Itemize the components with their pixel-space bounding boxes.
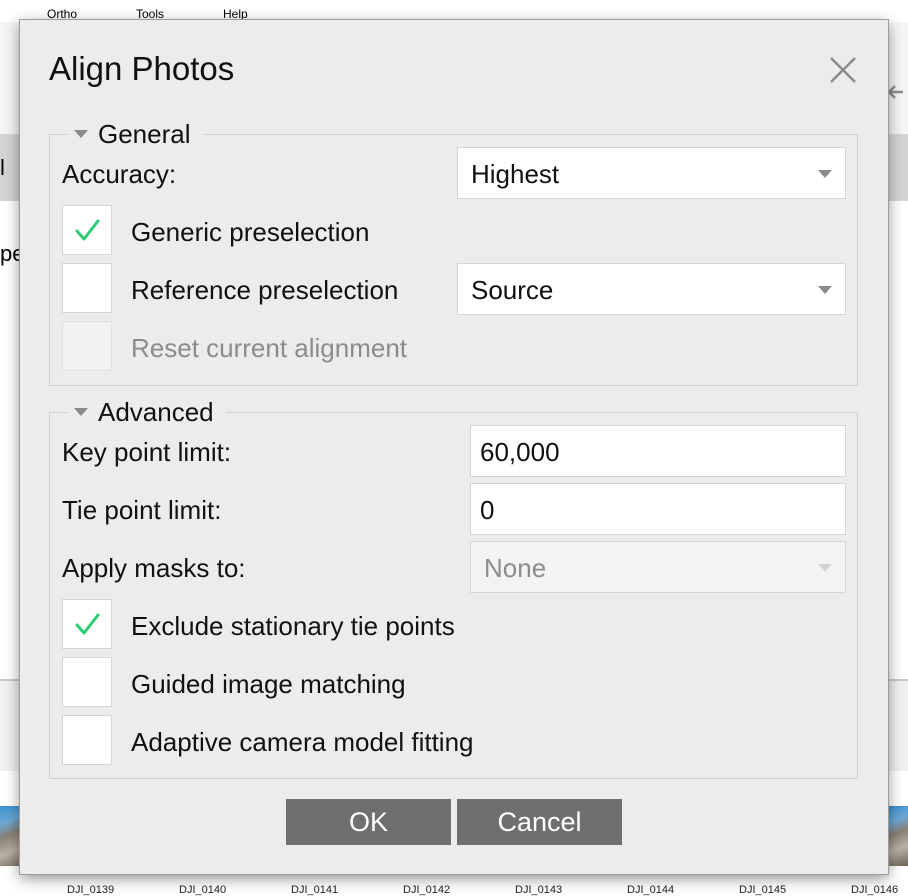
close-button[interactable] [826, 53, 860, 87]
apply-masks-label: Apply masks to: [62, 553, 246, 583]
ok-button[interactable]: OK [286, 799, 451, 845]
dialog-title: Align Photos [49, 50, 235, 87]
thumbnail-label: DJI_0141 [291, 884, 339, 896]
thumbnail-label: DJI_0139 [67, 884, 115, 896]
reference-preselection-checkbox[interactable] [62, 263, 112, 313]
key-point-limit-input[interactable]: 60,000 [470, 425, 846, 477]
advanced-group-title: Advanced [98, 396, 214, 427]
collapse-triangle-icon [74, 130, 88, 138]
exclude-stationary-label: Exclude stationary tie points [131, 611, 455, 641]
menu-ortho[interactable]: Ortho [47, 7, 77, 21]
chevron-down-icon [818, 286, 832, 294]
collapse-triangle-icon [74, 408, 88, 416]
reference-preselection-label: Reference preselection [131, 275, 399, 305]
checkmark-icon [75, 613, 100, 635]
thumbnail-label: DJI_0140 [179, 884, 227, 896]
generic-preselection-checkbox[interactable] [62, 205, 112, 255]
align-photos-dialog: Align Photos General Accuracy: Highest G… [20, 20, 888, 874]
thumbnail-label: DJI_0146 [851, 884, 899, 896]
close-icon [830, 57, 856, 83]
key-point-limit-value: 60,000 [480, 437, 560, 467]
reset-alignment-checkbox [62, 321, 112, 371]
reset-alignment-label: Reset current alignment [131, 333, 408, 363]
menu-help[interactable]: Help [223, 7, 248, 21]
app-edge-text: l [0, 155, 5, 180]
thumbnail-label: DJI_0142 [403, 884, 451, 896]
thumbnail-label: DJI_0145 [739, 884, 787, 896]
cancel-button[interactable]: Cancel [457, 799, 622, 845]
adaptive-fitting-label: Adaptive camera model fitting [131, 727, 474, 757]
chevron-down-icon [818, 564, 832, 572]
guided-matching-checkbox[interactable] [62, 657, 112, 707]
general-group-toggle[interactable]: General [68, 117, 203, 151]
advanced-group-toggle[interactable]: Advanced [68, 395, 226, 429]
key-point-limit-label: Key point limit: [62, 437, 232, 467]
chevron-down-icon [818, 170, 832, 178]
accuracy-label: Accuracy: [62, 159, 177, 189]
adaptive-fitting-checkbox[interactable] [62, 715, 112, 765]
thumbnail-label: DJI_0143 [515, 884, 563, 896]
apply-masks-select: None [470, 541, 846, 593]
back-arrow-icon[interactable] [885, 80, 908, 104]
accuracy-value: Highest [471, 159, 560, 189]
accuracy-select[interactable]: Highest [457, 147, 846, 199]
reference-preselection-value: Source [471, 275, 554, 305]
tie-point-limit-value: 0 [480, 495, 495, 525]
apply-masks-value: None [484, 553, 547, 583]
reference-preselection-select[interactable]: Source [457, 263, 846, 315]
exclude-stationary-checkbox[interactable] [62, 599, 112, 649]
app-menubar: Ortho Tools Help [0, 0, 908, 22]
guided-matching-label: Guided image matching [131, 669, 406, 699]
tie-point-limit-label: Tie point limit: [62, 495, 222, 525]
menu-tools[interactable]: Tools [136, 7, 164, 21]
tie-point-limit-input[interactable]: 0 [470, 483, 846, 535]
general-group-title: General [98, 118, 191, 149]
generic-preselection-label: Generic preselection [131, 217, 370, 247]
photo-thumbnail[interactable] [888, 806, 908, 866]
thumbnail-label: DJI_0144 [627, 884, 675, 896]
checkmark-icon [75, 219, 100, 241]
